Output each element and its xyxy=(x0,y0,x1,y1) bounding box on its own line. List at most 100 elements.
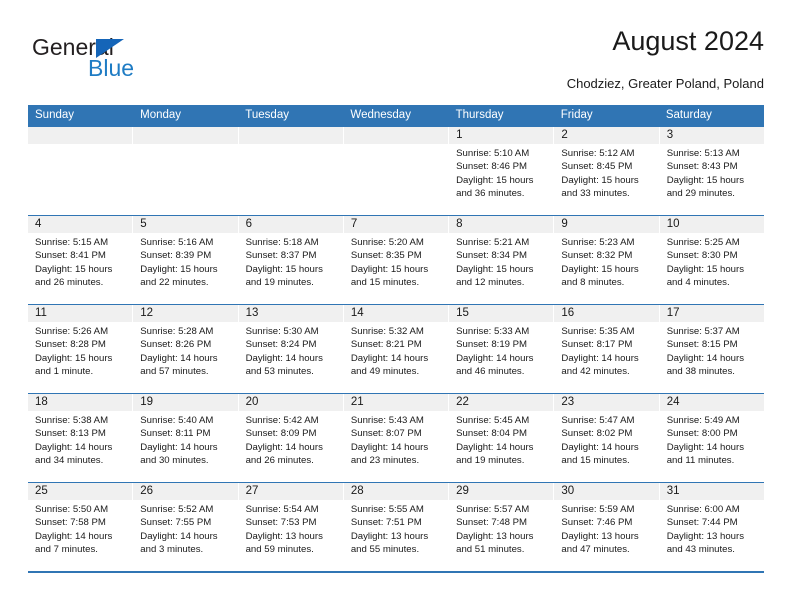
calendar-day-cell[interactable]: 16 Sunrise: 5:35 AM Sunset: 8:17 PM Dayl… xyxy=(554,305,660,393)
calendar-day-cell[interactable] xyxy=(28,127,134,215)
daylight-text-line2: and 57 minutes. xyxy=(140,365,209,377)
day-info: Sunrise: 5:10 AM Sunset: 8:46 PM Dayligh… xyxy=(449,144,553,200)
calendar-day-cell[interactable]: 9 Sunrise: 5:23 AM Sunset: 8:32 PM Dayli… xyxy=(554,216,660,304)
weekday-header-wednesday: Wednesday xyxy=(350,109,411,121)
calendar-week-row: 4 Sunrise: 5:15 AM Sunset: 8:41 PM Dayli… xyxy=(28,215,764,304)
calendar-day-cell[interactable]: 20 Sunrise: 5:42 AM Sunset: 8:09 PM Dayl… xyxy=(238,394,344,482)
day-number-band: 14 xyxy=(343,305,449,322)
calendar-day-cell[interactable]: 25 Sunrise: 5:50 AM Sunset: 7:58 PM Dayl… xyxy=(28,483,134,571)
sunset-text: Sunset: 7:51 PM xyxy=(350,517,422,529)
calendar-day-cell[interactable]: 29 Sunrise: 5:57 AM Sunset: 7:48 PM Dayl… xyxy=(449,483,555,571)
general-blue-logo[interactable]: General Blue xyxy=(28,34,248,90)
day-number-band: 16 xyxy=(554,305,659,322)
daylight-text-line2: and 26 minutes. xyxy=(35,276,104,288)
calendar-day-cell[interactable] xyxy=(133,127,239,215)
day-info: Sunrise: 5:55 AM Sunset: 7:51 PM Dayligh… xyxy=(344,500,448,556)
day-info: Sunrise: 5:40 AM Sunset: 8:11 PM Dayligh… xyxy=(133,411,237,467)
daylight-text-line1: Daylight: 14 hours xyxy=(666,441,745,453)
day-number: 25 xyxy=(35,485,48,497)
sunset-text: Sunset: 8:45 PM xyxy=(561,161,633,173)
day-number-band: 20 xyxy=(238,394,343,411)
day-number-band xyxy=(238,127,343,144)
calendar-day-cell[interactable]: 30 Sunrise: 5:59 AM Sunset: 7:46 PM Dayl… xyxy=(554,483,660,571)
sunrise-text: Sunrise: 5:10 AM xyxy=(456,148,530,159)
day-info: Sunrise: 6:00 AM Sunset: 7:44 PM Dayligh… xyxy=(660,500,764,556)
calendar-day-cell[interactable]: 17 Sunrise: 5:37 AM Sunset: 8:15 PM Dayl… xyxy=(659,305,764,393)
calendar-day-cell[interactable]: 7 Sunrise: 5:20 AM Sunset: 8:35 PM Dayli… xyxy=(343,216,450,304)
day-info: Sunrise: 5:32 AM Sunset: 8:21 PM Dayligh… xyxy=(344,322,448,378)
daylight-text-line2: and 19 minutes. xyxy=(245,276,314,288)
calendar-day-cell[interactable]: 19 Sunrise: 5:40 AM Sunset: 8:11 PM Dayl… xyxy=(133,394,239,482)
calendar-day-cell[interactable]: 18 Sunrise: 5:38 AM Sunset: 8:13 PM Dayl… xyxy=(28,394,134,482)
calendar-day-cell[interactable]: 2 Sunrise: 5:12 AM Sunset: 8:45 PM Dayli… xyxy=(554,127,660,215)
calendar-day-cell[interactable]: 6 Sunrise: 5:18 AM Sunset: 8:37 PM Dayli… xyxy=(238,216,344,304)
day-number: 14 xyxy=(350,307,364,319)
calendar-day-cell[interactable]: 22 Sunrise: 5:45 AM Sunset: 8:04 PM Dayl… xyxy=(449,394,555,482)
sunset-text: Sunset: 7:46 PM xyxy=(561,517,633,529)
sunrise-text: Sunrise: 5:33 AM xyxy=(456,326,530,337)
day-info xyxy=(28,144,132,147)
calendar-week-row: 18 Sunrise: 5:38 AM Sunset: 8:13 PM Dayl… xyxy=(28,393,764,482)
daylight-text-line1: Daylight: 14 hours xyxy=(350,352,429,364)
calendar-day-cell[interactable]: 13 Sunrise: 5:30 AM Sunset: 8:24 PM Dayl… xyxy=(238,305,344,393)
calendar-day-cell[interactable]: 24 Sunrise: 5:49 AM Sunset: 8:00 PM Dayl… xyxy=(659,394,764,482)
day-number: 27 xyxy=(245,485,259,497)
day-number-band: 28 xyxy=(343,483,449,500)
calendar-day-cell[interactable]: 23 Sunrise: 5:47 AM Sunset: 8:02 PM Dayl… xyxy=(554,394,660,482)
sunrise-text: Sunrise: 5:20 AM xyxy=(350,237,424,248)
day-number-band: 1 xyxy=(449,127,554,144)
day-info: Sunrise: 5:12 AM Sunset: 8:45 PM Dayligh… xyxy=(554,144,658,200)
calendar-day-cell[interactable]: 8 Sunrise: 5:21 AM Sunset: 8:34 PM Dayli… xyxy=(449,216,555,304)
calendar-day-cell[interactable] xyxy=(343,127,450,215)
day-number-band: 8 xyxy=(449,216,554,233)
sunrise-text: Sunrise: 5:50 AM xyxy=(35,504,109,515)
calendar-week-row: 1 Sunrise: 5:10 AM Sunset: 8:46 PM Dayli… xyxy=(28,126,764,215)
daylight-text-line1: Daylight: 13 hours xyxy=(666,530,745,542)
calendar-day-cell[interactable]: 15 Sunrise: 5:33 AM Sunset: 8:19 PM Dayl… xyxy=(449,305,555,393)
calendar-day-cell[interactable]: 28 Sunrise: 5:55 AM Sunset: 7:51 PM Dayl… xyxy=(343,483,450,571)
day-info: Sunrise: 5:57 AM Sunset: 7:48 PM Dayligh… xyxy=(449,500,553,556)
calendar-day-cell[interactable]: 14 Sunrise: 5:32 AM Sunset: 8:21 PM Dayl… xyxy=(343,305,450,393)
calendar-day-cell[interactable]: 21 Sunrise: 5:43 AM Sunset: 8:07 PM Dayl… xyxy=(343,394,450,482)
sunset-text: Sunset: 7:44 PM xyxy=(666,517,738,529)
day-info: Sunrise: 5:42 AM Sunset: 8:09 PM Dayligh… xyxy=(239,411,343,467)
daylight-text-line1: Daylight: 15 hours xyxy=(35,263,113,275)
sunrise-text: Sunrise: 5:45 AM xyxy=(456,415,530,426)
day-number: 12 xyxy=(140,307,154,319)
sunrise-text: Sunrise: 5:38 AM xyxy=(35,415,109,426)
daylight-text-line2: and 7 minutes. xyxy=(35,543,98,555)
day-number-band: 3 xyxy=(659,127,764,144)
sunrise-text: Sunrise: 5:47 AM xyxy=(561,415,635,426)
day-number-band: 21 xyxy=(343,394,449,411)
sunrise-text: Sunrise: 5:16 AM xyxy=(140,237,214,248)
calendar-day-cell[interactable]: 26 Sunrise: 5:52 AM Sunset: 7:55 PM Dayl… xyxy=(133,483,239,571)
sunrise-text: Sunrise: 5:32 AM xyxy=(350,326,424,337)
daylight-text-line1: Daylight: 15 hours xyxy=(350,263,429,275)
day-number: 9 xyxy=(561,218,568,230)
calendar-day-cell[interactable]: 31 Sunrise: 6:00 AM Sunset: 7:44 PM Dayl… xyxy=(659,483,764,571)
sunset-text: Sunset: 8:26 PM xyxy=(140,339,212,351)
calendar-day-cell[interactable]: 3 Sunrise: 5:13 AM Sunset: 8:43 PM Dayli… xyxy=(659,127,764,215)
calendar-day-cell[interactable]: 12 Sunrise: 5:28 AM Sunset: 8:26 PM Dayl… xyxy=(133,305,239,393)
day-number: 26 xyxy=(140,485,154,497)
sunset-text: Sunset: 8:46 PM xyxy=(456,161,528,173)
day-info: Sunrise: 5:35 AM Sunset: 8:17 PM Dayligh… xyxy=(554,322,658,378)
calendar-day-cell[interactable]: 4 Sunrise: 5:15 AM Sunset: 8:41 PM Dayli… xyxy=(28,216,134,304)
calendar-day-cell[interactable]: 27 Sunrise: 5:54 AM Sunset: 7:53 PM Dayl… xyxy=(238,483,344,571)
daylight-text-line1: Daylight: 14 hours xyxy=(561,441,639,453)
calendar-day-cell[interactable]: 10 Sunrise: 5:25 AM Sunset: 8:30 PM Dayl… xyxy=(659,216,764,304)
calendar-day-cell[interactable]: 11 Sunrise: 5:26 AM Sunset: 8:28 PM Dayl… xyxy=(28,305,134,393)
day-number: 10 xyxy=(666,218,680,230)
daylight-text-line1: Daylight: 14 hours xyxy=(140,441,218,453)
sunrise-text: Sunrise: 5:59 AM xyxy=(561,504,635,515)
sunrise-text: Sunrise: 5:18 AM xyxy=(245,237,319,248)
calendar-day-cell[interactable]: 1 Sunrise: 5:10 AM Sunset: 8:46 PM Dayli… xyxy=(449,127,555,215)
page-title: August 2024 xyxy=(612,26,764,56)
calendar-day-cell[interactable] xyxy=(238,127,344,215)
day-number: 20 xyxy=(245,396,259,408)
sunset-text: Sunset: 7:58 PM xyxy=(35,517,106,529)
calendar-day-cell[interactable]: 5 Sunrise: 5:16 AM Sunset: 8:39 PM Dayli… xyxy=(133,216,239,304)
day-number: 8 xyxy=(456,218,463,230)
day-info: Sunrise: 5:21 AM Sunset: 8:34 PM Dayligh… xyxy=(449,233,553,289)
daylight-text-line2: and 51 minutes. xyxy=(456,543,525,555)
